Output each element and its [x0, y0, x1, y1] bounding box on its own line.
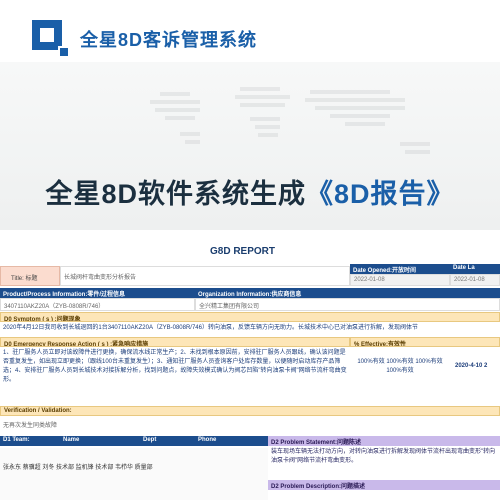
symptom-text: 2020年4月12日我司收到长城退回的1台3407110AKZ20A（ZYB-0… [3, 325, 418, 331]
team-phone-col: Phone [195, 436, 268, 446]
logo-icon-corner [58, 46, 70, 58]
effective-label: % Effective:有效性 [350, 337, 500, 347]
date-opened-value: 2022-01-08 [350, 274, 450, 286]
verification-value: 无再次发生同类故障 [0, 418, 500, 432]
date-opened-label: Date Opened:开放时间 [350, 264, 450, 274]
team-members: 张永东 蔡骥超 刘冬 技术部 监机锋 技术部 韦栉华 质量部 [3, 465, 153, 471]
hero-title: 全星8D软件系统生成《8D报告》 [45, 179, 455, 209]
effective-date: 2020-4-10 2 [455, 363, 488, 369]
emergency-response-label: D0 Emergency Response Action ( s ) :紧急响应… [0, 337, 350, 347]
symptom-label: D0 Symptom ( s ) :问题现象 [0, 312, 500, 322]
title-label: Title: 标题 [0, 266, 60, 286]
title-value: 长城阀杆弯曲变形分析报告 [60, 266, 350, 286]
team-name-col: Name [60, 436, 140, 446]
org-info-value: 全兴精工集团有限公司 [195, 298, 500, 311]
date-last-label: Date La [450, 264, 500, 274]
verification-label: Verification / Validation: [0, 406, 500, 416]
logo-icon-inner [40, 28, 54, 42]
date-last-value: 2022-01-08 [450, 274, 500, 286]
product-info-label: Product/Process Information:零件/过程信息 [0, 288, 195, 298]
effective-value: 100%有效 100%有效 100%有效 100%有效 [357, 359, 443, 374]
d2-statement-label: D2 Problem Statement:问题陈述 [268, 436, 500, 446]
emergency-response-text: 1、驻厂服务人员立即对该故障件进行更换，确保流水线正常生产；2、未找到根本原因前… [3, 350, 347, 383]
hero-banner: 全星8D软件系统生成《8D报告》 [0, 62, 500, 230]
report-title: G8D REPORT [210, 246, 276, 257]
team-members-area [0, 448, 268, 500]
d2-statement-text: 装车现场车辆无法打动方向，对转向油泵进行拆解发现阀体节流杆出现弯曲变形"转向油泵… [271, 449, 496, 464]
app-header: 全星8D客诉管理系统 [0, 0, 500, 62]
app-title: 全星8D客诉管理系统 [80, 30, 258, 50]
report-document: G8D REPORT Title: 标题 长城阀杆弯曲变形分析报告 Date O… [0, 236, 500, 500]
product-info-value: 3407110AKZ20A（ZYB-0808R/746） [0, 298, 195, 311]
team-header: D1 Team: [0, 436, 60, 446]
d2-description-label: D2 Problem Description:问题描述 [268, 480, 500, 490]
team-dept-col: Dept [140, 436, 195, 446]
org-info-label: Organization Information:供应商信息 [195, 288, 500, 298]
